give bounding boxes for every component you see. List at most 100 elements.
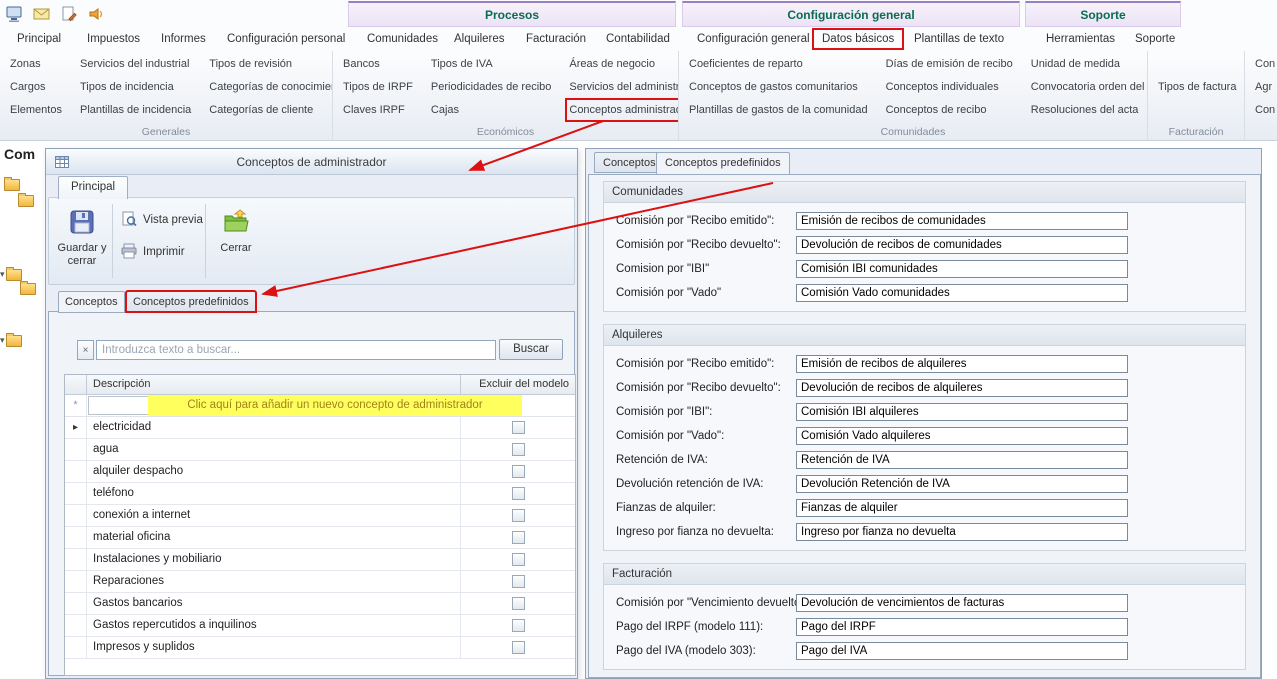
ribbon-item[interactable]: Claves IRPF bbox=[340, 99, 416, 121]
new-row-hint[interactable]: Clic aquí para añadir un nuevo concepto … bbox=[148, 395, 522, 416]
ribbon-tab[interactable]: Contabilidad bbox=[597, 29, 679, 49]
grid-header-excluir-347[interactable]: Excluir del modelo 347 bbox=[461, 375, 575, 394]
table-row[interactable]: Reparaciones bbox=[65, 571, 575, 593]
search-input[interactable] bbox=[96, 340, 496, 360]
table-row[interactable]: agua bbox=[65, 439, 575, 461]
folder-icon[interactable] bbox=[18, 195, 34, 207]
exclude-347-checkbox[interactable] bbox=[512, 619, 525, 632]
ribbon-item[interactable]: Cajas bbox=[428, 99, 554, 121]
field-input[interactable] bbox=[796, 355, 1128, 373]
ribbon-item[interactable]: Servicios del industrial bbox=[77, 53, 194, 75]
ribbon-item[interactable]: Cargos bbox=[7, 76, 65, 98]
field-input[interactable] bbox=[796, 427, 1128, 445]
ribbon-tab[interactable]: Plantillas de texto bbox=[905, 29, 1013, 49]
ribbon-item[interactable]: Tipos de revisión bbox=[206, 53, 333, 75]
ribbon-item[interactable]: Servicios del administrador bbox=[566, 76, 679, 98]
table-row[interactable]: alquiler despacho bbox=[65, 461, 575, 483]
folder-icon[interactable] bbox=[20, 283, 36, 295]
field-input[interactable] bbox=[796, 451, 1128, 469]
exclude-347-checkbox[interactable] bbox=[512, 641, 525, 654]
ribbon-item[interactable]: Periodicidades de recibo bbox=[428, 76, 554, 98]
field-input[interactable] bbox=[796, 403, 1128, 421]
print-button[interactable]: Imprimir bbox=[117, 239, 203, 265]
clear-search-button[interactable]: × bbox=[77, 340, 94, 360]
ribbon-tab[interactable]: Facturación bbox=[517, 29, 595, 49]
table-row[interactable]: Instalaciones y mobiliario bbox=[65, 549, 575, 571]
exclude-347-checkbox[interactable] bbox=[512, 465, 525, 478]
table-row[interactable]: Gastos bancarios bbox=[65, 593, 575, 615]
ribbon-item[interactable]: Tipos de factura bbox=[1155, 76, 1239, 98]
field-input[interactable] bbox=[796, 260, 1128, 278]
field-input[interactable] bbox=[796, 523, 1128, 541]
mail-icon[interactable] bbox=[32, 4, 52, 24]
tab-principal[interactable]: Principal bbox=[58, 176, 128, 199]
ribbon-item[interactable]: Conceptos individuales bbox=[883, 76, 1016, 98]
field-input[interactable] bbox=[796, 475, 1128, 493]
field-input[interactable] bbox=[796, 499, 1128, 517]
exclude-347-checkbox[interactable] bbox=[512, 553, 525, 566]
save-and-close-button[interactable]: Guardar y cerrar bbox=[56, 203, 108, 279]
folder-icon[interactable] bbox=[6, 335, 22, 347]
ribbon-item[interactable]: Conceptos administrador bbox=[566, 99, 679, 121]
ribbon-tab[interactable]: Comunidades bbox=[358, 29, 447, 49]
expand-icon[interactable]: ▾ bbox=[0, 269, 5, 280]
ribbon-item[interactable]: Elementos bbox=[7, 99, 65, 121]
folder-icon[interactable] bbox=[6, 269, 22, 281]
exclude-347-checkbox[interactable] bbox=[512, 575, 525, 588]
table-row[interactable]: Impresos y suplidos bbox=[65, 637, 575, 659]
exclude-347-checkbox[interactable] bbox=[512, 509, 525, 522]
field-input[interactable] bbox=[796, 594, 1128, 612]
ribbon-item[interactable]: Categorías de cliente bbox=[206, 99, 333, 121]
ribbon-item[interactable]: Convocatoria orden del día bbox=[1028, 76, 1148, 98]
ribbon-tab[interactable]: Informes bbox=[152, 29, 215, 49]
ribbon-tab[interactable]: Soporte bbox=[1126, 29, 1184, 49]
ribbon-item[interactable]: Plantillas de gastos de la comunidad bbox=[686, 99, 871, 121]
ribbon-item[interactable]: Con bbox=[1252, 99, 1277, 121]
ribbon-item[interactable]: Categorías de conocimiento bbox=[206, 76, 333, 98]
ribbon-item[interactable]: Tipos de IVA bbox=[428, 53, 554, 75]
ribbon-item[interactable]: Tipos de incidencia bbox=[77, 76, 194, 98]
field-input[interactable] bbox=[796, 379, 1128, 397]
ribbon-tab[interactable]: Configuración general bbox=[688, 29, 819, 49]
tab-conceptos-predefinidos[interactable]: Conceptos predefinidos bbox=[126, 291, 256, 312]
ribbon-item[interactable]: Tipos de IRPF bbox=[340, 76, 416, 98]
tab-conceptos-predefinidos[interactable]: Conceptos predefinidos bbox=[656, 152, 790, 175]
ribbon-tab[interactable]: Datos básicos bbox=[813, 29, 903, 49]
expand-icon[interactable]: ▾ bbox=[0, 335, 5, 346]
ribbon-item[interactable]: Conceptos de recibo bbox=[883, 99, 1016, 121]
grid-new-row[interactable]: * Clic aquí para añadir un nuevo concept… bbox=[65, 395, 575, 417]
table-row[interactable]: ▸electricidad bbox=[65, 417, 575, 439]
close-button[interactable]: Cerrar bbox=[210, 203, 262, 279]
ribbon-tab[interactable]: Impuestos bbox=[78, 29, 149, 49]
field-input[interactable] bbox=[796, 236, 1128, 254]
ribbon-tab[interactable]: Configuración personal bbox=[218, 29, 354, 49]
announcement-icon[interactable] bbox=[86, 4, 106, 24]
ribbon-item[interactable]: Coeficientes de reparto bbox=[686, 53, 871, 75]
grid-header-descripcion[interactable]: Descripción bbox=[87, 375, 461, 394]
table-row[interactable]: material oficina bbox=[65, 527, 575, 549]
exclude-347-checkbox[interactable] bbox=[512, 443, 525, 456]
ribbon-tab[interactable]: Herramientas bbox=[1037, 29, 1124, 49]
ribbon-item[interactable]: Bancos bbox=[340, 53, 416, 75]
edit-note-icon[interactable] bbox=[59, 4, 79, 24]
exclude-347-checkbox[interactable] bbox=[512, 421, 525, 434]
table-row[interactable]: conexión a internet bbox=[65, 505, 575, 527]
table-row[interactable]: teléfono bbox=[65, 483, 575, 505]
field-input[interactable] bbox=[796, 284, 1128, 302]
new-row-editor[interactable] bbox=[88, 396, 149, 415]
ribbon-item[interactable]: Con bbox=[1252, 53, 1277, 75]
field-input[interactable] bbox=[796, 212, 1128, 230]
computer-icon[interactable] bbox=[5, 4, 25, 24]
exclude-347-checkbox[interactable] bbox=[512, 531, 525, 544]
window-title-bar[interactable]: Conceptos de administrador bbox=[46, 149, 577, 175]
field-input[interactable] bbox=[796, 618, 1128, 636]
table-row[interactable]: Gastos repercutidos a inquilinos bbox=[65, 615, 575, 637]
ribbon-item[interactable]: Agr bbox=[1252, 76, 1277, 98]
ribbon-item[interactable]: Días de emisión de recibo bbox=[883, 53, 1016, 75]
ribbon-item[interactable]: Zonas bbox=[7, 53, 65, 75]
field-input[interactable] bbox=[796, 642, 1128, 660]
exclude-347-checkbox[interactable] bbox=[512, 487, 525, 500]
preview-button[interactable]: Vista previa bbox=[117, 207, 203, 233]
tab-conceptos[interactable]: Conceptos bbox=[58, 291, 125, 313]
tab-conceptos[interactable]: Conceptos bbox=[594, 152, 665, 173]
